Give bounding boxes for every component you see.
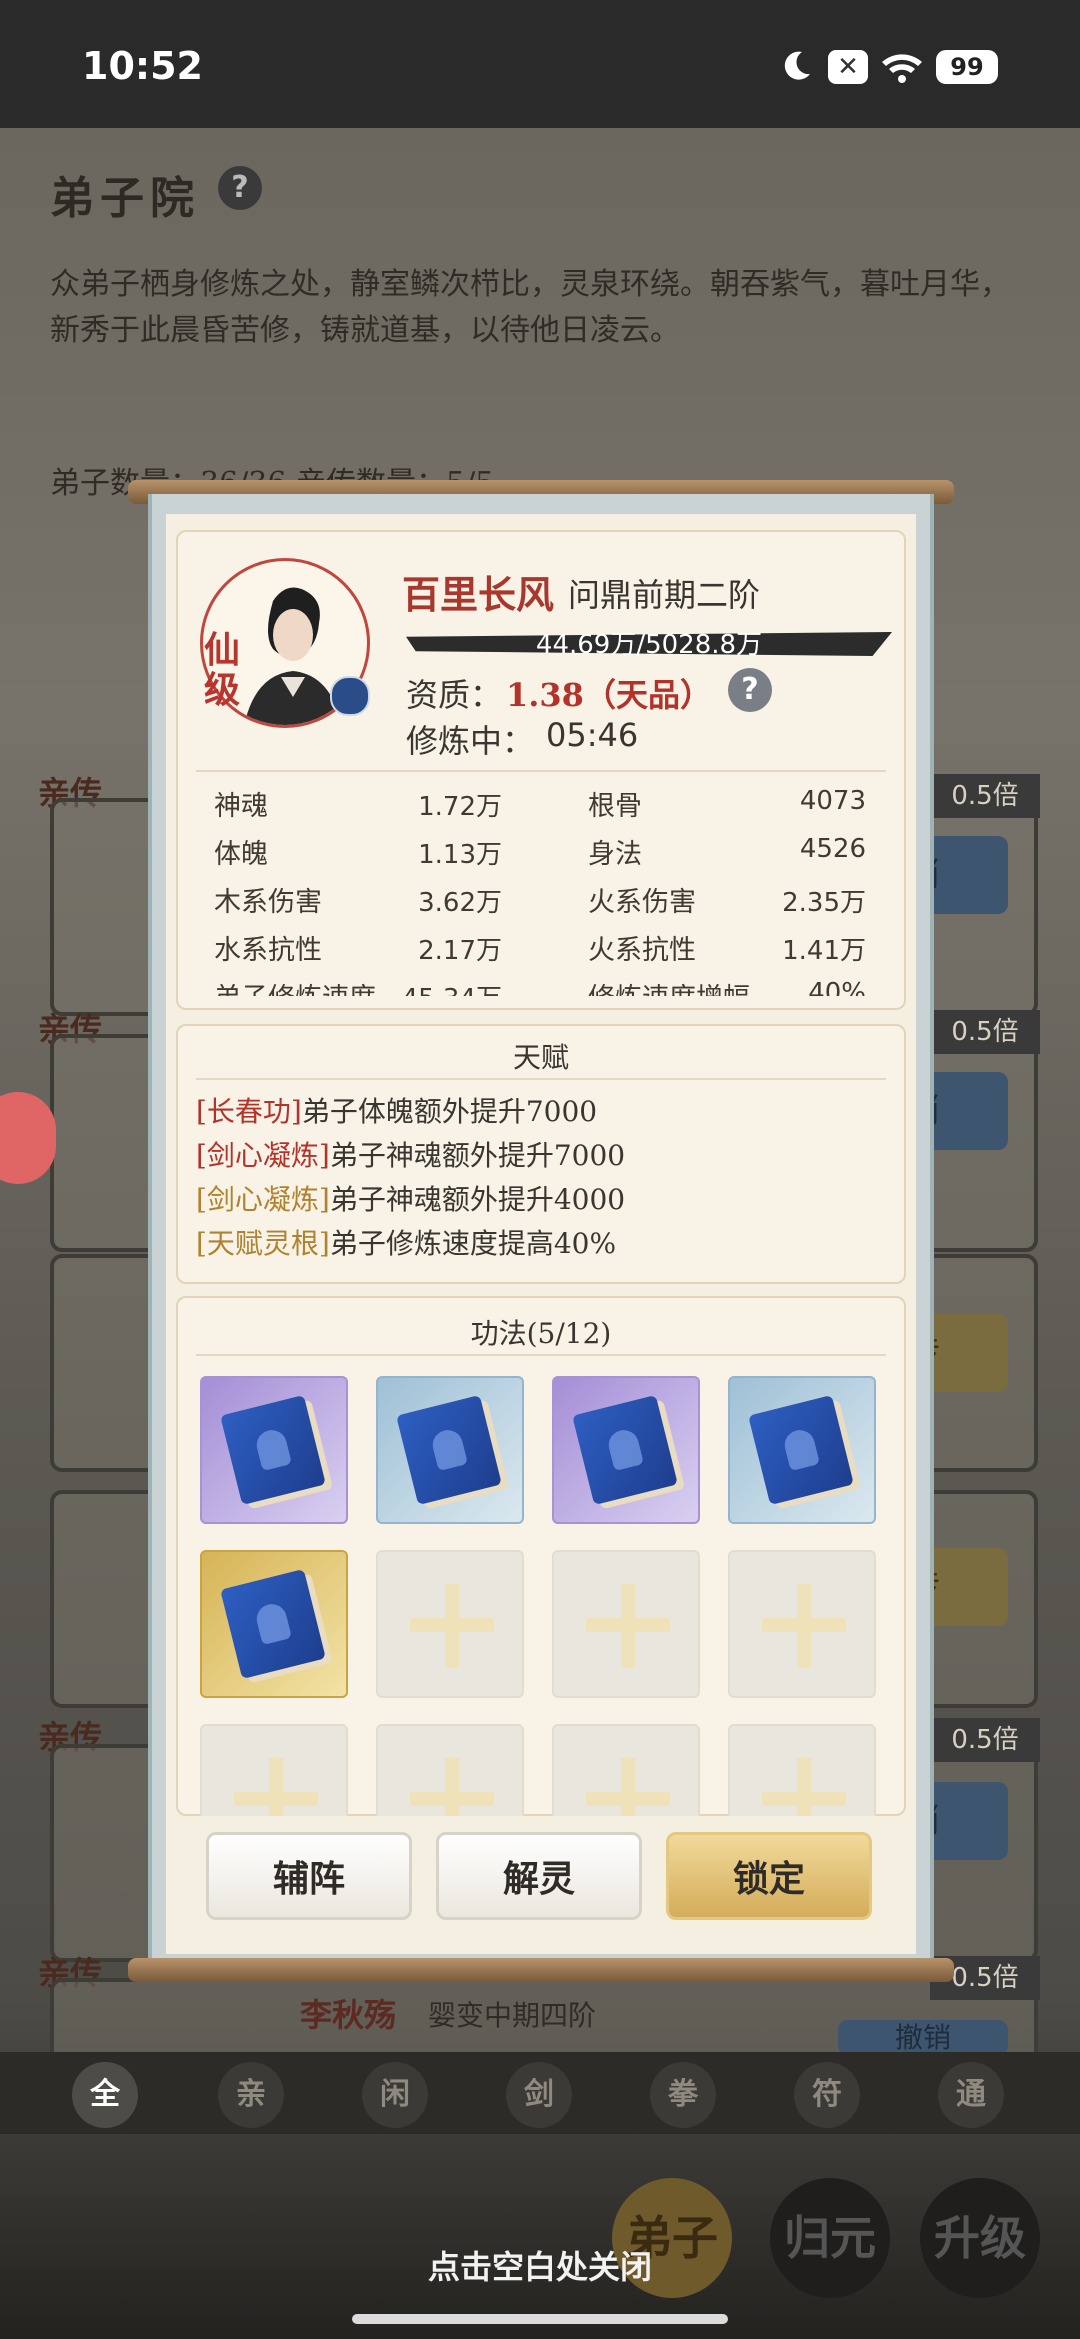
disciple-realm: 问鼎前期二阶: [568, 576, 761, 614]
stat-name: 根骨: [588, 791, 642, 822]
talent-title: 天赋: [512, 1041, 569, 1074]
stat-name: 体魄: [214, 839, 268, 870]
stat-value: 40%: [808, 978, 866, 996]
close-hint[interactable]: 点击空白处关闭: [0, 2242, 1080, 2288]
multiplier-badge: 0.5倍: [930, 1010, 1040, 1054]
stat-value: 1.13万: [418, 840, 502, 870]
home-indicator[interactable]: [352, 2314, 728, 2324]
skill-book-icon: [220, 1568, 326, 1680]
multiplier-badge: 0.5倍: [930, 774, 1040, 818]
formation-button[interactable]: 辅阵: [206, 1832, 412, 1920]
skill-slot[interactable]: [200, 1376, 348, 1524]
skill-slot[interactable]: [728, 1376, 876, 1524]
empty-skill-slot[interactable]: [376, 1550, 524, 1698]
skill-slot[interactable]: [376, 1376, 524, 1524]
disciple-name: 李秋殇: [300, 1996, 397, 2034]
disciple-grade: 仙级: [204, 629, 241, 711]
talent-item: [天赋灵根]弟子修炼速度提高40%: [196, 1227, 617, 1260]
stat-name: 火系伤害: [588, 887, 696, 918]
filter-tong[interactable]: 通: [938, 2062, 1004, 2128]
skill-slot[interactable]: [552, 1376, 700, 1524]
filter-jian[interactable]: 剑: [506, 2062, 572, 2128]
divider: [196, 1078, 886, 1080]
stat-value: 4526: [799, 834, 866, 864]
notification-x-icon: ✕: [828, 50, 868, 84]
multiplier-badge: 0.5倍: [930, 1718, 1040, 1762]
page-title: 弟子院: [50, 173, 200, 224]
skill-book-icon: [748, 1394, 854, 1506]
filter-xian[interactable]: 闲: [362, 2062, 428, 2128]
training-timer: 05:46: [546, 716, 639, 754]
stat-value: 4073: [799, 786, 866, 816]
revoke-button[interactable]: 撤销: [838, 2020, 1008, 2056]
empty-skill-slot[interactable]: [728, 1550, 876, 1698]
stat-value: 1.41万: [782, 936, 866, 966]
scroll-rod-bottom: [128, 1958, 954, 1982]
talent-item: [剑心凝炼]弟子神魂额外提升4000: [196, 1183, 626, 1216]
stat-name: 火系抗性: [588, 935, 696, 966]
stat-name: 神魂: [214, 791, 268, 822]
filter-fu[interactable]: 符: [794, 2062, 860, 2128]
stat-value: 45.34万: [372, 978, 502, 996]
stat-name: 水系抗性: [214, 935, 322, 966]
filter-quan[interactable]: 拳: [650, 2062, 716, 2128]
help-icon[interactable]: ?: [218, 166, 262, 210]
status-time: 10:52: [82, 44, 203, 88]
battery-indicator: 99: [936, 50, 998, 84]
disciple-realm: 婴变中期四阶: [428, 1999, 597, 2032]
stat-name: 身法: [588, 839, 642, 870]
lock-button[interactable]: 锁定: [666, 1832, 872, 1920]
stat-name: 修炼速度增幅: [588, 976, 750, 996]
stat-name: 弟子修炼速度: [214, 976, 376, 996]
divider: [196, 770, 886, 772]
talent-item: [剑心凝炼]弟子神魂额外提升7000: [196, 1139, 626, 1172]
disciple-name: 百里长风: [402, 572, 555, 617]
skills-title: 功法(5/12): [470, 1317, 612, 1350]
empty-skill-slot[interactable]: [200, 1724, 348, 1816]
stat-name: 木系伤害: [214, 887, 322, 918]
empty-skill-slot[interactable]: [376, 1724, 524, 1816]
filter-all[interactable]: 全: [72, 2062, 138, 2128]
filter-qin[interactable]: 亲: [218, 2062, 284, 2128]
release-button[interactable]: 解灵: [436, 1832, 642, 1920]
aptitude-help-icon[interactable]: ?: [728, 668, 772, 712]
divider: [196, 1354, 886, 1356]
stat-value: 3.62万: [418, 888, 502, 918]
stat-value: 1.72万: [418, 792, 502, 822]
skill-book-icon: [220, 1394, 326, 1506]
wifi-icon: [882, 54, 922, 83]
skill-slot[interactable]: [200, 1550, 348, 1698]
page-description: 众弟子栖身修炼之处，静室鳞次栉比，灵泉环绕。朝吞紫气，暮吐月华，新秀于此晨昏苦修…: [50, 267, 1010, 348]
stat-value: 2.35万: [782, 888, 866, 918]
skill-grid[interactable]: [176, 1372, 906, 1816]
stat-value: 2.17万: [418, 936, 502, 966]
exp-text: 44.69万/5028.8万: [535, 630, 763, 660]
empty-skill-slot[interactable]: [728, 1724, 876, 1816]
stats-grid[interactable]: 神魂 1.72万 根骨 4073 体魄 1.13万 身法 4526 木系伤害 3…: [176, 780, 906, 996]
skill-book-icon: [572, 1394, 678, 1506]
skill-book-icon: [396, 1394, 502, 1506]
do-not-disturb-icon: [784, 51, 810, 80]
aptitude-label: 资质：: [406, 676, 503, 714]
empty-skill-slot[interactable]: [552, 1724, 700, 1816]
sect-badge-icon: [330, 676, 370, 716]
talent-item: [长春功]弟子体魄额外提升7000: [196, 1095, 598, 1128]
empty-skill-slot[interactable]: [552, 1550, 700, 1698]
aptitude-value: 1.38（天品）: [506, 676, 712, 714]
training-label: 修炼中：: [406, 722, 535, 760]
